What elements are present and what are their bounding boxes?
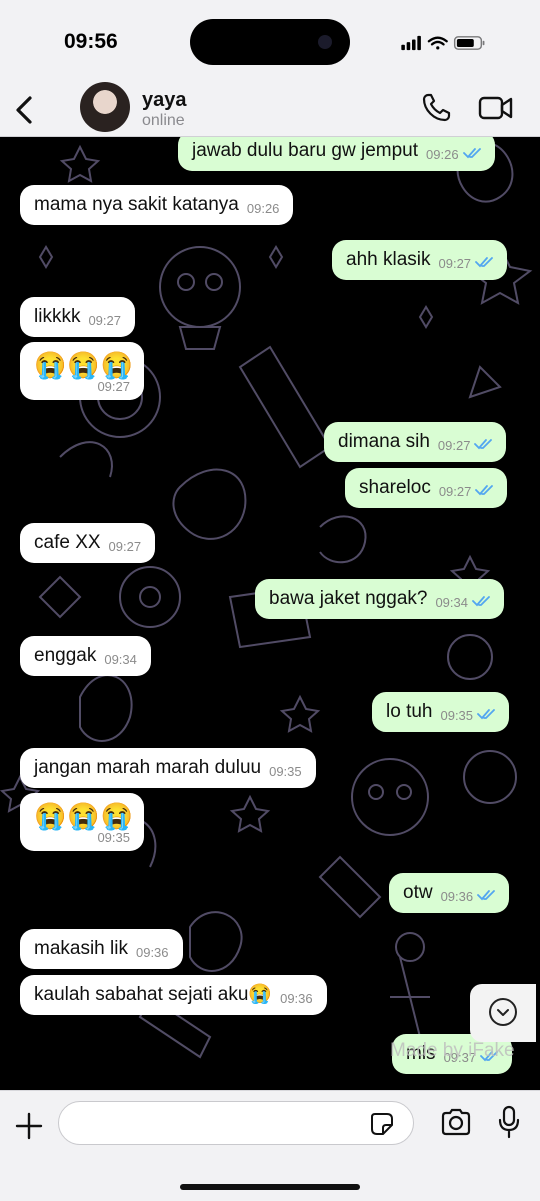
message-time: 09:27 (438, 256, 472, 271)
message-bubble-outgoing[interactable]: bawa jaket nggak? 09:34 (255, 579, 504, 619)
message-text: cafe XX (34, 532, 101, 553)
message-text: otw (403, 882, 433, 903)
scroll-to-bottom-button[interactable] (470, 984, 536, 1042)
back-chevron-icon[interactable] (10, 90, 38, 130)
message-time: 09:36 (440, 889, 474, 904)
battery-icon (453, 36, 485, 50)
message-text: jangan marah marah duluu (34, 757, 262, 778)
avatar[interactable] (80, 82, 130, 132)
chevron-down-icon (489, 998, 517, 1026)
message-bubble-incoming[interactable]: makasih lik 09:36 (20, 929, 183, 969)
message-bubble-outgoing[interactable]: dimana sih 09:27 (324, 422, 507, 462)
message-bubble-outgoing[interactable]: otw 09:36 (389, 873, 510, 913)
plus-icon[interactable] (14, 1111, 44, 1141)
signal-icon (401, 35, 421, 51)
status-bar: 09:56 (0, 0, 540, 88)
message-text: kaulah sabahat sejati aku😭 (34, 984, 273, 1005)
message-time: 09:26 (426, 147, 459, 162)
message-time: 09:27 (108, 539, 142, 554)
chat-area[interactable]: jawab dulu baru gw jemput 09:26 mama nya … (0, 137, 540, 1090)
message-bubble-incoming[interactable]: 😭😭😭 09:27 (20, 342, 144, 400)
message-bubble-incoming[interactable]: cafe XX 09:27 (20, 523, 156, 563)
dynamic-island (190, 19, 350, 65)
message-text: ahh klasik (346, 249, 431, 270)
message-time: 09:36 (135, 945, 169, 960)
message-text: 😭😭😭 (34, 350, 135, 380)
message-time: 09:27 (88, 313, 121, 328)
double-check-icon (472, 596, 490, 607)
message-bubble-incoming[interactable]: 😭😭😭 09:35 (20, 793, 144, 851)
message-bubble-outgoing[interactable]: ahh klasik 09:27 (332, 240, 508, 280)
microphone-icon[interactable] (498, 1105, 520, 1139)
double-check-icon (475, 485, 494, 496)
message-bubble-incoming[interactable]: likkkk 09:27 (20, 297, 135, 337)
message-text: lo tuh (386, 701, 433, 722)
message-bubble-outgoing[interactable]: lo tuh 09:35 (372, 692, 510, 732)
message-time: 09:36 (280, 991, 313, 1006)
message-time: 09:34 (104, 652, 137, 667)
message-text: jawab dulu baru gw jemput (192, 140, 419, 161)
phone-icon[interactable] (420, 92, 452, 124)
contact-name[interactable]: yaya (142, 89, 187, 112)
message-input[interactable] (58, 1101, 414, 1145)
message-composer (0, 1090, 540, 1201)
message-text: bawa jaket nggak? (269, 588, 428, 609)
video-camera-icon[interactable] (478, 94, 514, 122)
message-time: 09:34 (435, 595, 468, 610)
double-check-icon (477, 890, 496, 901)
double-check-icon (462, 148, 481, 159)
camera-icon[interactable] (440, 1108, 472, 1136)
double-check-icon (475, 257, 493, 268)
message-time: 09:27 (97, 379, 130, 394)
message-time: 09:26 (246, 201, 280, 216)
message-text: likkkk (34, 306, 81, 327)
message-text: dimana sih (338, 431, 430, 452)
message-bubble-incoming[interactable]: jangan marah marah duluu 09:35 (20, 748, 316, 788)
message-text: shareloc (359, 477, 431, 498)
message-text: 😭😭😭 (34, 801, 135, 831)
message-bubble-outgoing[interactable]: jawab dulu baru gw jemput 09:26 (178, 137, 495, 171)
message-bubble-outgoing[interactable]: shareloc 09:27 (345, 468, 508, 508)
chat-header: yaya online (0, 82, 540, 137)
message-time: 09:35 (440, 708, 474, 723)
wifi-icon (427, 36, 448, 50)
contact-status: online (142, 112, 185, 129)
sticker-icon[interactable] (370, 1112, 394, 1136)
status-icons (401, 35, 485, 51)
message-time: 09:35 (269, 764, 302, 779)
message-bubble-incoming[interactable]: enggak 09:34 (20, 636, 151, 676)
message-text: makasih lik (34, 938, 128, 959)
message-text: mama nya sakit katanya (34, 194, 239, 215)
watermark: Made by iFake (390, 1040, 515, 1061)
double-check-icon (477, 709, 495, 720)
double-check-icon (474, 439, 493, 450)
message-bubble-incoming[interactable]: mama nya sakit katanya 09:26 (20, 185, 294, 225)
home-indicator (180, 1184, 360, 1190)
message-bubble-incoming[interactable]: kaulah sabahat sejati aku😭 09:36 (20, 975, 327, 1015)
message-time: 09:27 (438, 484, 472, 499)
camera-dot (318, 35, 332, 49)
message-time: 09:35 (97, 830, 130, 845)
message-text: enggak (34, 645, 97, 666)
message-time: 09:27 (437, 438, 471, 453)
status-time: 09:56 (64, 30, 118, 53)
